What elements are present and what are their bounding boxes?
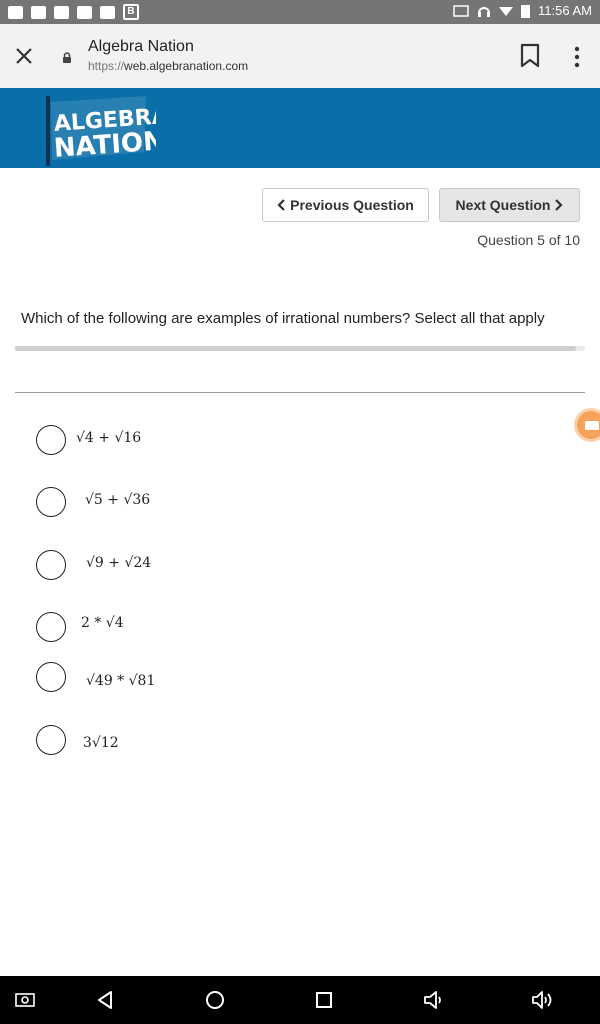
- recents-icon[interactable]: [312, 988, 336, 1012]
- radio-button[interactable]: [36, 662, 66, 692]
- option-label: √4 + √16: [76, 430, 142, 446]
- previous-question-label: Previous Question: [290, 197, 414, 213]
- system-status-icons: 11:56 AM: [453, 3, 592, 18]
- url-protocol: https://: [88, 59, 125, 73]
- option-label: √5 + √36: [85, 492, 151, 508]
- app-notification-icon: [100, 5, 115, 19]
- clock: 11:56 AM: [538, 3, 592, 18]
- video-fab-button[interactable]: [574, 408, 600, 442]
- wifi-icon: [499, 6, 514, 16]
- notification-icons: B: [8, 4, 139, 20]
- radio-button[interactable]: [36, 612, 66, 642]
- option-label: √49 * √81: [86, 673, 156, 689]
- back-icon[interactable]: [93, 988, 117, 1012]
- status-bar: B 11:56 AM: [0, 0, 600, 24]
- snapchat-notification-icon: [31, 5, 46, 19]
- next-question-button[interactable]: Next Question: [439, 188, 580, 222]
- site-header: ALGEBRA NATION: [0, 88, 600, 168]
- horizontal-scrollbar[interactable]: [15, 346, 585, 351]
- url-host: web.algebranation.com: [124, 59, 249, 73]
- chevron-right-icon: [555, 199, 564, 211]
- more-vert-icon[interactable]: [570, 44, 584, 70]
- radio-button[interactable]: [36, 725, 66, 755]
- divider: [15, 392, 585, 393]
- youtube-notification-icon: [77, 5, 92, 19]
- home-icon[interactable]: [203, 988, 227, 1012]
- video-camera-icon: [585, 421, 599, 430]
- volume-down-icon[interactable]: [422, 988, 446, 1012]
- page-title: Algebra Nation: [88, 38, 194, 55]
- battery-icon: [521, 4, 531, 18]
- scrollbar-thumb[interactable]: [15, 346, 576, 351]
- answer-option[interactable]: √9 + √24: [36, 550, 236, 580]
- system-nav-bar: [0, 976, 600, 1024]
- radio-button[interactable]: [36, 487, 66, 517]
- gmail-notification-icon: [54, 5, 69, 19]
- previous-question-button[interactable]: Previous Question: [262, 188, 429, 222]
- lock-icon: [63, 52, 71, 63]
- bookmark-icon[interactable]: [519, 43, 541, 69]
- algebra-nation-logo[interactable]: ALGEBRA NATION: [46, 94, 156, 166]
- radio-button[interactable]: [36, 550, 66, 580]
- answer-option[interactable]: √49 * √81: [36, 662, 236, 692]
- video-notification-icon: [8, 5, 23, 19]
- cast-icon: [453, 4, 469, 17]
- option-label: 3√12: [83, 735, 119, 751]
- radio-button[interactable]: [36, 425, 66, 455]
- browser-toolbar: Algebra Nation https://web.algebranation…: [0, 24, 600, 88]
- answer-option[interactable]: √5 + √36: [36, 487, 236, 517]
- option-label: 2 * √4: [81, 615, 124, 631]
- screenshot-icon[interactable]: [13, 988, 37, 1012]
- next-question-label: Next Question: [455, 197, 551, 213]
- answer-option[interactable]: 3√12: [36, 725, 236, 755]
- question-text: Which of the following are examples of i…: [21, 310, 545, 327]
- option-label: √9 + √24: [86, 555, 152, 571]
- answer-option[interactable]: 2 * √4: [36, 612, 236, 642]
- url-text: https://web.algebranation.com: [88, 59, 248, 73]
- volume-up-icon[interactable]: [531, 988, 555, 1012]
- chevron-left-icon: [277, 199, 285, 211]
- b-notification-icon: B: [123, 4, 139, 20]
- question-counter: Question 5 of 10: [477, 232, 580, 248]
- headset-icon: [478, 6, 491, 17]
- answer-option[interactable]: √4 + √16: [36, 425, 236, 455]
- close-icon[interactable]: [12, 44, 36, 68]
